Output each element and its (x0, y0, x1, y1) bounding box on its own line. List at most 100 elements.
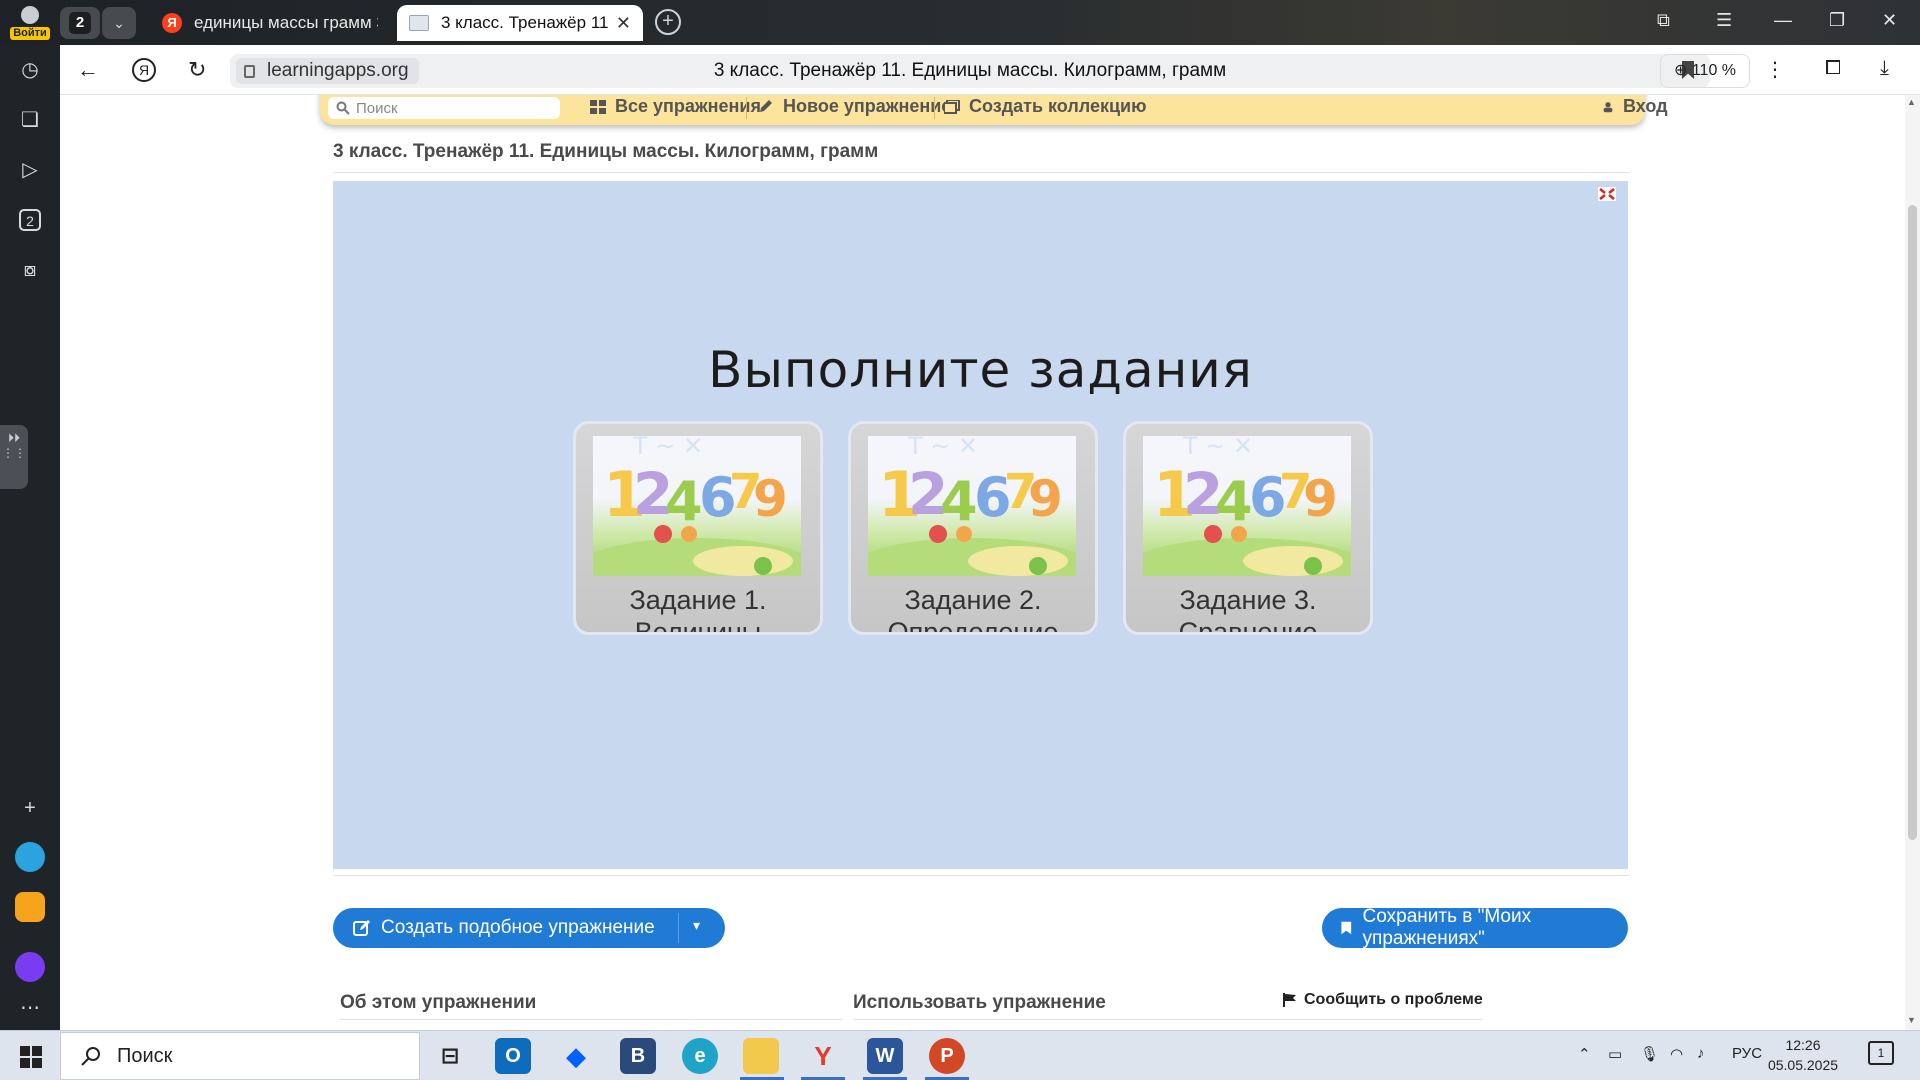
taskbar-search-placeholder: Поиск (117, 1044, 173, 1067)
nav-label: Вход (1623, 96, 1668, 116)
sidebar-resize-handle[interactable]: ⏵⏵ ⋮⋮ (0, 425, 28, 489)
svg-text:4: 4 (940, 470, 978, 533)
scrollbar-thumb[interactable] (1908, 205, 1917, 840)
fullscreen-icon[interactable] (1598, 187, 1616, 201)
svg-text:T ~ ✕: T ~ ✕ (1182, 436, 1253, 460)
tabs-badge[interactable]: 2 (19, 209, 41, 231)
tab-search-results[interactable]: Я единицы массы грамм 3 к (150, 5, 390, 41)
powerpoint-icon[interactable]: P (929, 1038, 965, 1074)
edit-icon (353, 920, 370, 936)
nav-login[interactable]: Вход (1602, 96, 1668, 117)
page-scrollbar[interactable]: ▲ ▼ (1905, 95, 1920, 1030)
windows-start-icon[interactable] (20, 1046, 42, 1068)
task-card-line1: Задание 1. (629, 585, 767, 615)
browser-tab-bar: Войти 2 ⌄ Я единицы массы грамм 3 к 3 кл… (0, 0, 1920, 45)
microphone-icon[interactable]: 🎙︎ (1640, 1045, 1659, 1063)
history-icon[interactable]: ◷ (17, 57, 43, 83)
profile-button[interactable]: Войти (10, 3, 50, 43)
create-similar-button[interactable]: Создать подобное упражнение ▾ (333, 908, 725, 948)
search-icon (336, 101, 350, 115)
tab-title: 3 класс. Тренажёр 11. Е (441, 13, 608, 32)
tab-learningapps[interactable]: 3 класс. Тренажёр 11. Е ✕ (397, 5, 643, 41)
close-tab-icon[interactable]: ✕ (616, 13, 631, 34)
exercise-title: 3 класс. Тренажёр 11. Единицы массы. Кил… (333, 141, 879, 162)
outlook-icon[interactable]: O (495, 1038, 531, 1074)
screenshot-icon[interactable]: ⧇ (17, 257, 43, 283)
file-explorer-icon[interactable] (743, 1038, 779, 1074)
svg-text:T ~ ✕: T ~ ✕ (632, 436, 703, 460)
save-to-my-exercises-button[interactable]: Сохранить в "Моих упражнениях" (1322, 906, 1628, 949)
nav-create-collection[interactable]: Создать коллекцию (944, 96, 1147, 117)
close-window-icon[interactable]: ✕ (1882, 10, 1897, 31)
pencil-icon (760, 99, 772, 112)
task-card-2[interactable]: 1 2 4 6 7 9 T ~ ✕ Задание 2. Определение (848, 421, 1098, 635)
svg-text:9: 9 (1303, 470, 1338, 528)
mail-icon[interactable] (15, 892, 45, 922)
address-bar: ← Я ↻ learningapps.org 3 класс. Тренажёр… (60, 45, 1920, 95)
learningapps-favicon-icon (409, 15, 429, 31)
notification-count: 1 (1877, 1046, 1885, 1060)
reading-list-icon[interactable]: ⧠ (1825, 57, 1841, 80)
task-card-3[interactable]: 1 2 4 6 7 9 T ~ ✕ Задание 3. Сравнение (1123, 421, 1373, 635)
task-card-line2: Величины (634, 617, 762, 635)
tab-count-button[interactable]: 2 (60, 7, 100, 39)
scroll-down-icon[interactable]: ▼ (1907, 1015, 1916, 1025)
new-tab-button[interactable]: + (655, 9, 681, 35)
alice-icon[interactable] (15, 952, 45, 982)
dropbox-icon[interactable]: ◆ (558, 1038, 594, 1074)
url-field[interactable]: learningapps.org 3 класс. Тренажёр 11. Е… (230, 54, 1710, 88)
nav-new-exercise[interactable]: Новое упражнение (758, 96, 951, 117)
taskbar-search-input[interactable]: Поиск (60, 1032, 420, 1080)
menu-icon[interactable]: ☰ (1716, 10, 1732, 31)
restore-icon[interactable]: ❐ (1829, 10, 1845, 31)
tray-expand-icon[interactable]: ⌃ (1578, 1045, 1591, 1063)
page-content: Поиск Все упражнения Новое упражнение Со… (60, 95, 1905, 1030)
telegram-icon[interactable] (15, 842, 45, 872)
report-problem-link[interactable]: Сообщить о проблеме (1283, 991, 1483, 1009)
battery-icon[interactable]: ▭ (1608, 1045, 1622, 1063)
about-exercise-heading: Об этом упражнении (340, 992, 537, 1013)
b-app-icon[interactable]: B (620, 1038, 656, 1074)
download-icon[interactable]: ⤓ (1880, 57, 1889, 80)
collections-icon[interactable]: ⧉ (1657, 10, 1670, 31)
clock[interactable]: 12:26 05.05.2025 (1758, 1035, 1848, 1075)
minimize-icon[interactable]: — (1774, 10, 1792, 31)
add-icon[interactable]: + (17, 795, 43, 821)
zoom-value: 110 % (1691, 62, 1737, 79)
exercise-frame: Выполните задания 1 2 4 6 7 9 T ~ ✕ Зада… (333, 181, 1628, 869)
task-card-image: 1 2 4 6 7 9 T ~ ✕ (1143, 436, 1351, 576)
edge-icon[interactable]: e (682, 1038, 718, 1074)
scroll-up-icon[interactable]: ▲ (1907, 97, 1916, 107)
tab-title: единицы массы грамм 3 к (194, 13, 378, 32)
divider (333, 172, 1630, 173)
collections-icon[interactable]: ❏ (17, 107, 43, 133)
user-avatar-icon (21, 6, 39, 24)
reload-icon[interactable]: ↻ (188, 57, 206, 83)
word-icon[interactable]: W (867, 1038, 903, 1074)
tab-list-dropdown[interactable]: ⌄ (102, 7, 136, 39)
caret-down-icon[interactable]: ▾ (693, 917, 700, 934)
svg-text:4: 4 (665, 470, 703, 533)
site-search-input[interactable]: Поиск (328, 97, 560, 119)
notifications-icon[interactable]: 1 (1868, 1041, 1894, 1065)
more-icon[interactable]: ⋯ (17, 995, 43, 1021)
zoom-indicator[interactable]: ⊕ 110 % (1660, 54, 1750, 88)
task-card-line2: Сравнение (1178, 617, 1318, 635)
yandex-home-icon[interactable]: Я (132, 58, 156, 82)
task-card-label: Задание 2. Определение (851, 584, 1095, 632)
more-options-icon[interactable]: ⋮ (1765, 57, 1785, 82)
back-icon[interactable]: ← (77, 57, 99, 83)
svg-text:T ~ ✕: T ~ ✕ (907, 436, 978, 460)
wifi-icon[interactable]: ◠ (1670, 1045, 1683, 1063)
nav-all-exercises[interactable]: Все упражнения (590, 96, 761, 117)
browser-sidebar: ◷ ❏ ▷ 2 ⧇ ⏵⏵ ⋮⋮ + ⋯ (0, 45, 60, 1030)
yandex-browser-icon[interactable]: Y (805, 1038, 841, 1074)
volume-icon[interactable]: ♪ (1697, 1045, 1705, 1062)
task-card-label: Задание 1. Величины (576, 584, 820, 635)
user-icon (1603, 101, 1613, 112)
play-icon[interactable]: ▷ (17, 157, 43, 183)
windows-taskbar: Поиск ⊟ O ◆ B e Y W P ⌃ ▭ 🎙︎ ◠ ♪ РУС 12:… (0, 1030, 1920, 1080)
task-card-1[interactable]: 1 2 4 6 7 9 T ~ ✕ Задание 1. Величины (573, 421, 823, 635)
grid-icon (590, 99, 606, 114)
task-view-icon[interactable]: ⊟ (432, 1038, 468, 1074)
